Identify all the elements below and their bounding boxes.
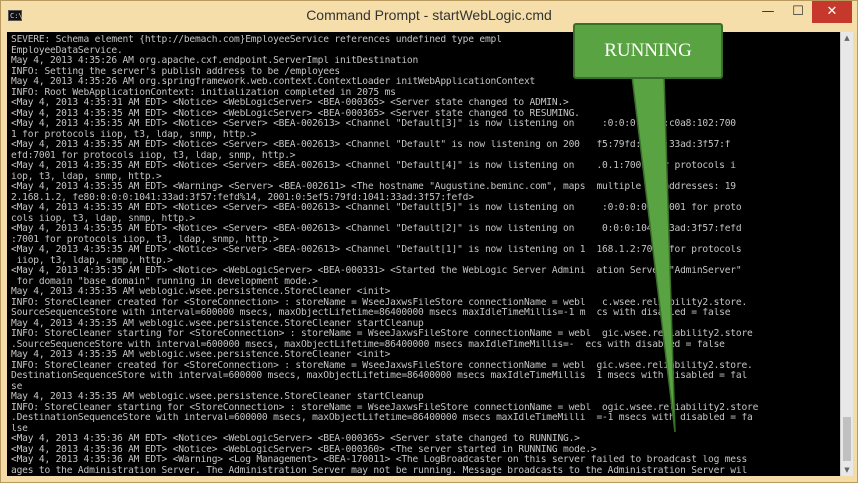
close-button[interactable]: ✕ bbox=[812, 1, 852, 23]
console-line: May 4, 2013 4:35:35 AM weblogic.wsee.per… bbox=[11, 350, 391, 360]
title-bar[interactable]: C:\ Command Prompt - startWebLogic.cmd —… bbox=[1, 1, 857, 32]
console-line: lse bbox=[11, 423, 28, 434]
console-line: .SourceSequenceStore with interval=60000… bbox=[11, 339, 725, 350]
console-line: iop, t3, ldap, snmp, http.> bbox=[11, 171, 162, 182]
console-line: INFO: Root WebApplicationContext: initia… bbox=[11, 87, 396, 98]
console-line: ages to the Administration Server. The A… bbox=[11, 465, 748, 476]
console-line: for domain "base_domain" running in deve… bbox=[11, 276, 318, 287]
console-line: <May 4, 2013 4:35:35 AM EDT> <Notice> <S… bbox=[11, 119, 736, 129]
console-line: se bbox=[11, 381, 23, 392]
console-line: May 4, 2013 4:35:35 AM weblogic.wsee.per… bbox=[11, 318, 424, 329]
scroll-down-arrow-icon[interactable]: ▼ bbox=[841, 464, 853, 476]
console-line: <May 4, 2013 4:35:35 AM EDT> <Notice> <W… bbox=[11, 108, 580, 119]
console-line: <May 4, 2013 4:35:35 AM EDT> <Notice> <S… bbox=[11, 245, 742, 255]
vertical-scrollbar[interactable]: ▲ ▼ bbox=[840, 32, 853, 476]
console-line: .DestinationSequenceStore with interval=… bbox=[11, 413, 753, 423]
console-line: INFO: StoreCleaner starting for <StoreCo… bbox=[11, 402, 759, 413]
console-line: <May 4, 2013 4:35:35 AM EDT> <Notice> <W… bbox=[11, 266, 742, 276]
console-line: <May 4, 2013 4:35:35 AM EDT> <Notice> <S… bbox=[11, 140, 731, 150]
console-line: SourceSequenceStore with interval=600000… bbox=[11, 308, 731, 318]
console-line: INFO: StoreCleaner created for <StoreCon… bbox=[11, 297, 748, 308]
maximize-button[interactable]: ☐ bbox=[785, 1, 811, 23]
command-prompt-window: C:\ Command Prompt - startWebLogic.cmd —… bbox=[0, 0, 858, 483]
console-line: INFO: StoreCleaner starting for <StoreCo… bbox=[11, 329, 753, 339]
console-line: <May 4, 2013 4:35:36 AM EDT> <Notice> <W… bbox=[11, 434, 580, 444]
console-output[interactable]: SEVERE: Schema element {http://bemach.co… bbox=[7, 32, 843, 476]
console-line: <May 4, 2013 4:35:35 AM EDT> <Notice> <S… bbox=[11, 224, 742, 234]
console-lines: SEVERE: Schema element {http://bemach.co… bbox=[11, 35, 841, 476]
console-line: May 4, 2013 4:35:35 AM weblogic.wsee.per… bbox=[11, 392, 424, 402]
running-callout: RUNNING bbox=[573, 23, 723, 79]
console-line: <May 4, 2013 4:35:35 AM EDT> <Notice> <S… bbox=[11, 203, 742, 213]
console-line: <May 4, 2013 4:35:36 AM EDT> <Warning> <… bbox=[11, 455, 748, 465]
console-line: 1 for protocols iiop, t3, ldap, snmp, ht… bbox=[11, 129, 257, 140]
console-line: <May 4, 2013 4:35:35 AM EDT> <Notice> <S… bbox=[11, 161, 736, 171]
console-line: DestinationSequenceStore with interval=6… bbox=[11, 371, 748, 381]
console-line: <May 4, 2013 4:35:36 AM EDT> <Notice> <W… bbox=[11, 444, 597, 455]
console-line: INFO: StoreCleaner created for <StoreCon… bbox=[11, 360, 753, 371]
console-line: :7001 for protocols iiop, t3, ldap, snmp… bbox=[11, 234, 279, 245]
window-title: Command Prompt - startWebLogic.cmd bbox=[306, 7, 552, 23]
console-line: <May 4, 2013 4:35:31 AM EDT> <Notice> <W… bbox=[11, 98, 569, 108]
minimize-button[interactable]: — bbox=[755, 1, 781, 23]
console-line: efd:7001 for protocols iiop, t3, ldap, s… bbox=[11, 150, 296, 161]
console-line: iiop, t3, ldap, snmp, http.> bbox=[11, 255, 173, 266]
console-line: <May 4, 2013 4:35:35 AM EDT> <Warning> <… bbox=[11, 182, 736, 192]
scroll-up-arrow-icon[interactable]: ▲ bbox=[841, 32, 853, 44]
console-line: 2.168.1.2, fe80:0:0:0:1041:33ad:3f57:fef… bbox=[11, 192, 474, 203]
scroll-thumb[interactable] bbox=[843, 417, 851, 461]
console-line: cols iiop, t3, ldap, snmp, http.> bbox=[11, 213, 196, 224]
console-line: May 4, 2013 4:35:35 AM weblogic.wsee.per… bbox=[11, 287, 391, 297]
